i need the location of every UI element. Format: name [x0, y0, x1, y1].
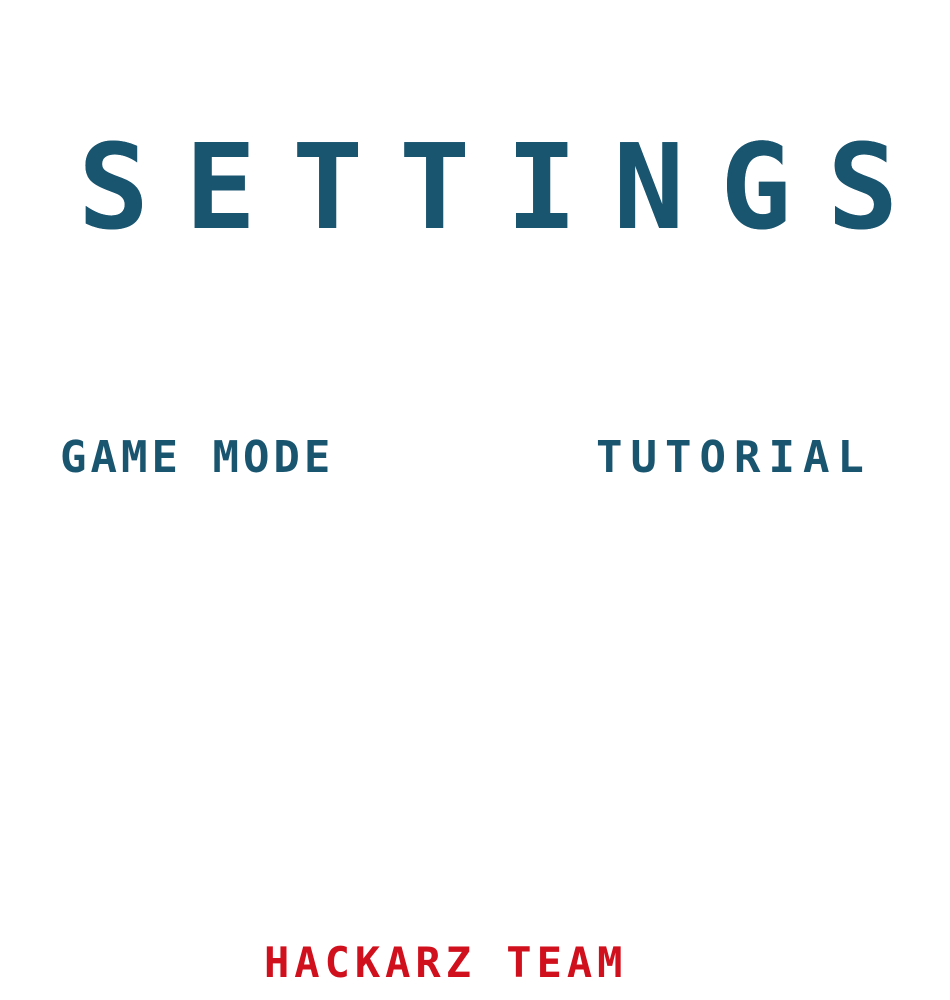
page-title: SETTINGS [78, 118, 935, 256]
game-mode-button[interactable]: GAME MODE [60, 432, 334, 484]
tutorial-button[interactable]: TUTORIAL [596, 432, 872, 484]
settings-screen: SETTINGS GAME MODE TUTORIAL HACKARZ TEAM [0, 0, 950, 1000]
team-credit: HACKARZ TEAM [264, 938, 628, 987]
